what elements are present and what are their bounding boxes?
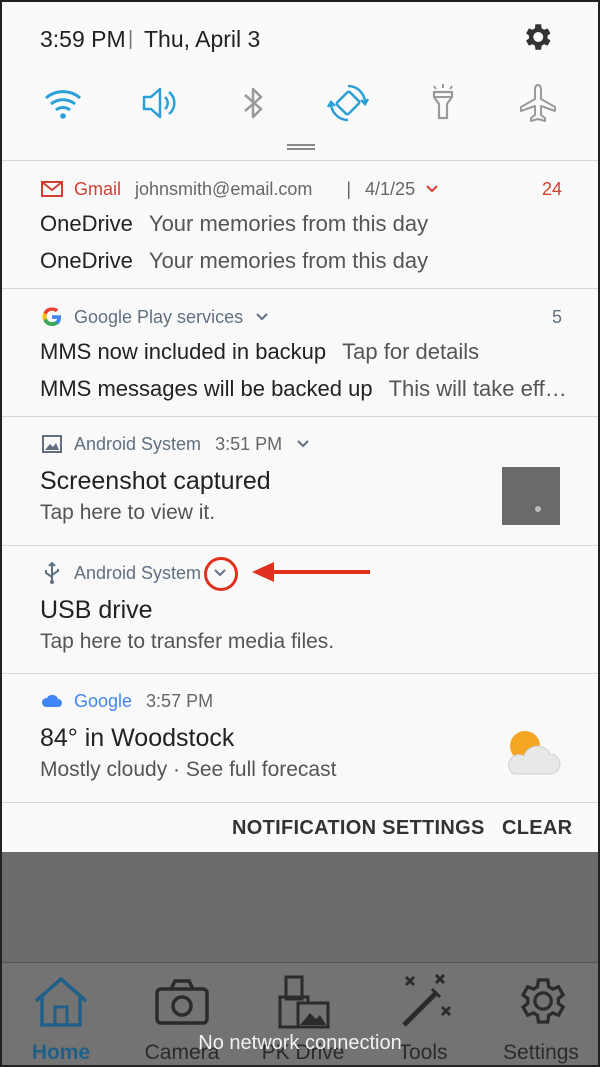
list-item: OneDrive Your memories from this day: [40, 248, 428, 274]
line-text: Your memories from this day: [148, 248, 429, 273]
quick-settings: [2, 78, 598, 160]
airplane-mode-icon[interactable]: [517, 82, 559, 124]
google-play-notification[interactable]: Google Play services 5 MMS now included …: [2, 288, 598, 416]
notification-shade: 3:59 PM | Thu, April 3 Gmail johnsmith@e…: [2, 2, 598, 854]
separator: |: [128, 28, 134, 50]
chevron-down-icon[interactable]: [425, 182, 439, 196]
usb-icon: [45, 561, 59, 584]
line-text: Your memories from this day: [148, 211, 429, 236]
status-header: 3:59 PM | Thu, April 3: [2, 2, 598, 78]
clear-button[interactable]: CLEAR: [502, 817, 572, 840]
flashlight-icon[interactable]: [422, 82, 464, 124]
list-item: OneDrive Your memories from this day: [40, 211, 428, 237]
gear-icon: [520, 978, 566, 1024]
app-name: Google Play services: [74, 306, 244, 327]
usb-header: Android System: [40, 560, 227, 586]
magic-wand-icon: [402, 973, 452, 1027]
notification-title: Screenshot captured: [40, 467, 271, 495]
notification-settings-button[interactable]: NOTIFICATION SETTINGS: [232, 817, 485, 840]
gmail-icon: [41, 181, 63, 197]
screenshot-thumbnail[interactable]: [502, 467, 560, 525]
partly-cloudy-icon: [508, 731, 561, 775]
date[interactable]: Thu, April 3: [144, 26, 260, 53]
line-text: Tap for details: [342, 339, 480, 364]
home-icon: [34, 977, 88, 1027]
volume-icon[interactable]: [138, 82, 180, 124]
gmail-header: Gmail johnsmith@email.com | 4/1/25: [40, 176, 439, 202]
phone-screen: 3:59 PM | Thu, April 3 Gmail johnsmith@e…: [0, 0, 600, 1067]
image-icon: [42, 435, 62, 453]
chevron-down-icon[interactable]: [296, 437, 310, 451]
notification-body: Mostly cloudy · See full forecast: [40, 758, 337, 781]
notification-time: 3:57 PM: [146, 690, 214, 711]
separator: |: [346, 178, 352, 199]
line-title: MMS now included in backup: [40, 339, 327, 364]
line-text: This will take eff…: [388, 376, 567, 401]
drag-handle[interactable]: [287, 144, 315, 150]
notification-count: 5: [551, 307, 562, 327]
google-g-icon: [42, 307, 61, 327]
list-item: MMS messages will be backed up This will …: [40, 376, 567, 402]
weather-notification[interactable]: Google 3:57 PM 84° in Woodstock Mostly c…: [2, 673, 598, 802]
line-title: OneDrive: [40, 211, 133, 236]
notification-title: USB drive: [40, 596, 153, 624]
list-item: MMS now included in backup Tap for detail…: [40, 339, 479, 365]
bluetooth-icon[interactable]: [232, 82, 274, 124]
play-header: Google Play services: [40, 304, 269, 330]
account: johnsmith@email.com: [135, 178, 313, 199]
notification-time: 3:51 PM: [215, 433, 283, 454]
annotation-circle: [204, 557, 238, 591]
chevron-down-icon[interactable]: [255, 310, 269, 324]
weather-header: Google 3:57 PM: [40, 688, 213, 714]
app-name: Android System: [74, 562, 202, 583]
screenshot-header: Android System 3:51 PM: [40, 431, 310, 457]
auto-rotate-icon[interactable]: [327, 82, 369, 124]
screenshot-notification[interactable]: Android System 3:51 PM Screenshot captur…: [2, 416, 598, 545]
line-title: OneDrive: [40, 248, 133, 273]
notification-count: 24: [541, 179, 562, 199]
clock: 3:59 PM: [40, 26, 126, 52]
cloud-icon: [41, 694, 62, 707]
drive-photo-icon: [278, 975, 330, 1029]
app-name: Android System: [74, 433, 202, 454]
camera-icon: [155, 979, 209, 1025]
wifi-icon[interactable]: [42, 82, 84, 124]
notification-title: 84° in Woodstock: [40, 724, 235, 752]
gmail-notification[interactable]: Gmail johnsmith@email.com | 4/1/25 24 On…: [2, 160, 598, 288]
line-title: MMS messages will be backed up: [40, 376, 373, 401]
notification-date: 4/1/25: [365, 178, 416, 199]
notification-actions: NOTIFICATION SETTINGS CLEAR: [2, 802, 598, 854]
network-toast: No network connection: [198, 1032, 402, 1054]
settings-gear-icon[interactable]: [520, 20, 554, 54]
app-name: Google: [74, 690, 133, 711]
notification-body: Tap here to transfer media files.: [40, 630, 335, 653]
notification-body: Tap here to view it.: [40, 501, 216, 524]
annotation-arrow: [252, 562, 370, 582]
app-name: Gmail: [74, 178, 122, 199]
